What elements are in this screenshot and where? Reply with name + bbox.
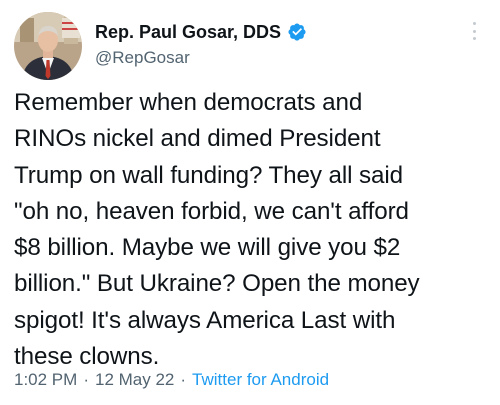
tweet-meta: 1:02 PM · 12 May 22 · Twitter for Androi… bbox=[14, 370, 329, 390]
tweet-text: Remember when democrats and RINOs nickel… bbox=[14, 89, 420, 371]
display-name[interactable]: Rep. Paul Gosar, DDS bbox=[95, 22, 281, 43]
author-name-row[interactable]: Rep. Paul Gosar, DDS bbox=[95, 20, 307, 44]
meta-separator: · bbox=[83, 370, 89, 389]
avatar[interactable] bbox=[14, 12, 82, 80]
tweet-source-link[interactable]: Twitter for Android bbox=[192, 370, 329, 390]
verified-badge-icon bbox=[287, 22, 307, 42]
meta-separator: · bbox=[180, 370, 187, 389]
tweet-card: Rep. Paul Gosar, DDS @RepGosar Remember … bbox=[0, 0, 500, 405]
more-vertical-icon[interactable] bbox=[464, 20, 484, 42]
profile-photo-icon bbox=[14, 12, 82, 80]
tweet-date[interactable]: 12 May 22 bbox=[95, 370, 174, 390]
tweet-time[interactable]: 1:02 PM bbox=[14, 370, 77, 390]
author-handle[interactable]: @RepGosar bbox=[95, 48, 190, 68]
